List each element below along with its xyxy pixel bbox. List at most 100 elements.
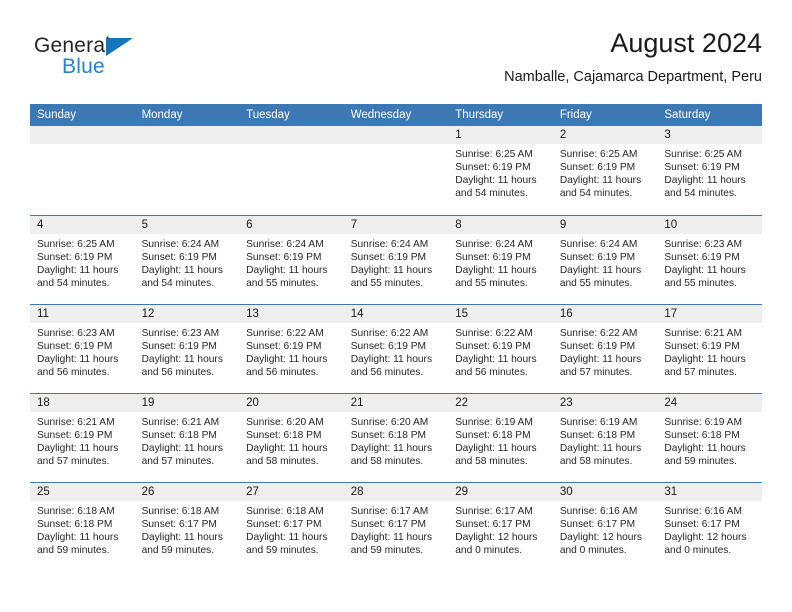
- calendar-day-cell[interactable]: 20 Sunrise: 6:20 AM Sunset: 6:18 PM Dayligh…: [239, 392, 344, 482]
- sunset-text: Sunset: 6:19 PM: [37, 251, 113, 263]
- calendar-day-cell[interactable]: 15 Sunrise: 6:22 AM Sunset: 6:19 PM Dayligh…: [448, 303, 553, 393]
- sunrise-text: Sunrise: 6:25 AM: [37, 238, 115, 250]
- calendar-day-cell[interactable]: 1 Sunrise: 6:25 AM Sunset: 6:19 PM Daylight…: [448, 126, 553, 215]
- day-number: 8: [448, 215, 553, 234]
- daylight-text-line1: Daylight: 11 hours: [455, 175, 537, 187]
- sunrise-text: Sunrise: 6:21 AM: [664, 327, 742, 339]
- calendar-day-cell[interactable]: 16 Sunrise: 6:22 AM Sunset: 6:19 PM Dayligh…: [552, 303, 658, 393]
- sunset-text: Sunset: 6:19 PM: [141, 340, 217, 352]
- calendar-day-cell[interactable]: 4 Sunrise: 6:25 AM Sunset: 6:19 PM Daylight…: [30, 214, 135, 304]
- day-number: 31: [657, 482, 762, 501]
- calendar-day-cell[interactable]: 7 Sunrise: 6:24 AM Sunset: 6:19 PM Daylight…: [343, 214, 449, 304]
- calendar-day-cell[interactable]: 23 Sunrise: 6:19 AM Sunset: 6:18 PM Dayligh…: [552, 392, 658, 482]
- day-details: Sunrise: 6:19 AM Sunset: 6:18 PM Daylight:…: [448, 412, 553, 468]
- sunrise-text: Sunrise: 6:17 AM: [455, 505, 533, 517]
- daylight-text-line1: Daylight: 11 hours: [350, 442, 433, 454]
- calendar-week-row: 11 Sunrise: 6:23 AM Sunset: 6:19 PM Dayligh…: [30, 303, 762, 393]
- calendar-day-cell[interactable]: 11 Sunrise: 6:23 AM Sunset: 6:19 PM Dayligh…: [30, 303, 135, 393]
- calendar-day-cell[interactable]: 10 Sunrise: 6:23 AM Sunset: 6:19 PM Dayligh…: [657, 214, 762, 304]
- daylight-text-line2: and 54 minutes.: [455, 188, 528, 200]
- calendar-day-cell[interactable]: 8 Sunrise: 6:24 AM Sunset: 6:19 PM Daylight…: [448, 214, 553, 304]
- calendar-day-cell[interactable]: 30 Sunrise: 6:16 AM Sunset: 6:17 PM Dayligh…: [552, 481, 658, 571]
- day-details: Sunrise: 6:19 AM Sunset: 6:18 PM Daylight:…: [657, 412, 762, 468]
- calendar-day-cell[interactable]: 25 Sunrise: 6:18 AM Sunset: 6:18 PM Dayligh…: [30, 481, 135, 571]
- day-number: 11: [30, 304, 135, 323]
- sunrise-text: Sunrise: 6:21 AM: [37, 416, 115, 428]
- daylight-text-line1: Daylight: 11 hours: [141, 442, 223, 454]
- daylight-text-line2: and 58 minutes.: [455, 455, 528, 467]
- day-number: 12: [134, 304, 240, 323]
- day-details: Sunrise: 6:19 AM Sunset: 6:18 PM Daylight:…: [553, 412, 658, 468]
- sunrise-text: Sunrise: 6:25 AM: [559, 149, 638, 160]
- sunset-text: Sunset: 6:19 PM: [664, 340, 740, 352]
- daylight-text-line1: Daylight: 11 hours: [141, 264, 223, 276]
- sunrise-text: Sunrise: 6:25 AM: [664, 149, 742, 160]
- sunset-text: Sunset: 6:19 PM: [455, 251, 531, 263]
- day-number: 27: [239, 482, 344, 501]
- daylight-text-line2: and 58 minutes.: [559, 455, 633, 467]
- daylight-text-line1: Daylight: 11 hours: [455, 264, 537, 276]
- daylight-text-line1: Daylight: 11 hours: [664, 175, 746, 187]
- calendar-day-cell[interactable]: 12 Sunrise: 6:23 AM Sunset: 6:19 PM Dayligh…: [134, 303, 240, 393]
- day-number: 1: [448, 126, 553, 144]
- daylight-text-line1: Daylight: 11 hours: [37, 442, 119, 454]
- calendar-day-cell[interactable]: 5 Sunrise: 6:24 AM Sunset: 6:19 PM Daylight…: [134, 214, 240, 304]
- daylight-text-line1: Daylight: 11 hours: [246, 264, 328, 276]
- daylight-text-line2: and 56 minutes.: [350, 366, 424, 378]
- day-number: 22: [448, 393, 553, 412]
- day-details: Sunrise: 6:25 AM Sunset: 6:19 PM Daylight:…: [553, 144, 658, 200]
- daylight-text-line2: and 57 minutes.: [37, 455, 110, 467]
- calendar-day-cell[interactable]: 17 Sunrise: 6:21 AM Sunset: 6:19 PM Dayligh…: [657, 303, 762, 393]
- sunset-text: Sunset: 6:17 PM: [350, 518, 427, 530]
- sunrise-text: Sunrise: 6:24 AM: [455, 238, 533, 250]
- calendar-day-cell[interactable]: 29 Sunrise: 6:17 AM Sunset: 6:17 PM Dayligh…: [448, 481, 553, 571]
- sunset-text: Sunset: 6:19 PM: [37, 340, 113, 352]
- day-details: Sunrise: 6:24 AM Sunset: 6:19 PM Daylight:…: [553, 234, 658, 290]
- calendar-day-cell[interactable]: 24 Sunrise: 6:19 AM Sunset: 6:18 PM Dayligh…: [657, 392, 762, 482]
- daylight-text-line1: Daylight: 12 hours: [664, 531, 747, 543]
- day-details: Sunrise: 6:16 AM Sunset: 6:17 PM Daylight:…: [553, 501, 658, 557]
- day-details: Sunrise: 6:25 AM Sunset: 6:19 PM Daylight:…: [448, 144, 553, 200]
- calendar-day-cell[interactable]: 31 Sunrise: 6:16 AM Sunset: 6:17 PM Dayligh…: [657, 481, 762, 571]
- calendar-day-cell[interactable]: 27 Sunrise: 6:18 AM Sunset: 6:17 PM Dayligh…: [239, 481, 344, 571]
- sunset-text: Sunset: 6:18 PM: [455, 429, 531, 441]
- daylight-text-line1: Daylight: 11 hours: [664, 442, 746, 454]
- calendar-day-cell[interactable]: 2 Sunrise: 6:25 AM Sunset: 6:19 PM Daylight…: [552, 126, 658, 215]
- calendar-day-cell[interactable]: 13 Sunrise: 6:22 AM Sunset: 6:19 PM Dayligh…: [239, 303, 344, 393]
- calendar-day-cell[interactable]: 18 Sunrise: 6:21 AM Sunset: 6:19 PM Dayligh…: [30, 392, 135, 482]
- day-number: 16: [552, 304, 658, 323]
- daylight-text-line2: and 59 minutes.: [37, 544, 110, 556]
- page-title: August 2024: [610, 28, 762, 58]
- day-number: 20: [239, 393, 344, 412]
- daylight-text-line1: Daylight: 11 hours: [37, 264, 119, 276]
- day-number: 15: [448, 304, 553, 323]
- calendar-day-cell[interactable]: 14 Sunrise: 6:22 AM Sunset: 6:19 PM Dayligh…: [343, 303, 449, 393]
- day-details: Sunrise: 6:25 AM Sunset: 6:19 PM Daylight:…: [657, 144, 762, 200]
- calendar-day-cell[interactable]: 6 Sunrise: 6:24 AM Sunset: 6:19 PM Daylight…: [239, 214, 344, 304]
- day-details: Sunrise: 6:21 AM Sunset: 6:18 PM Daylight:…: [135, 412, 240, 468]
- day-details: Sunrise: 6:20 AM Sunset: 6:18 PM Daylight:…: [239, 412, 344, 468]
- calendar-day-cell[interactable]: 9 Sunrise: 6:24 AM Sunset: 6:19 PM Daylight…: [552, 214, 658, 304]
- day-number: 14: [343, 304, 449, 323]
- daylight-text-line2: and 54 minutes.: [37, 277, 110, 289]
- calendar-grid: Sunday Monday Tuesday Wednesday Thursday…: [30, 104, 762, 571]
- sunset-text: Sunset: 6:17 PM: [455, 518, 531, 530]
- calendar-day-cell[interactable]: 22 Sunrise: 6:19 AM Sunset: 6:18 PM Dayligh…: [448, 392, 553, 482]
- sunset-text: Sunset: 6:18 PM: [37, 518, 113, 530]
- day-number: 4: [30, 215, 135, 234]
- calendar-day-cell[interactable]: 26 Sunrise: 6:18 AM Sunset: 6:17 PM Dayligh…: [134, 481, 240, 571]
- day-number: 19: [134, 393, 240, 412]
- daylight-text-line2: and 54 minutes.: [141, 277, 215, 289]
- day-number: 6: [239, 215, 344, 234]
- day-details: Sunrise: 6:21 AM Sunset: 6:19 PM Daylight:…: [30, 412, 135, 468]
- daylight-text-line1: Daylight: 11 hours: [37, 531, 119, 543]
- calendar-day-cell[interactable]: 28 Sunrise: 6:17 AM Sunset: 6:17 PM Dayligh…: [343, 481, 449, 571]
- day-details: Sunrise: 6:24 AM Sunset: 6:19 PM Daylight:…: [135, 234, 240, 290]
- daylight-text-line1: Daylight: 11 hours: [455, 442, 537, 454]
- calendar-day-cell[interactable]: 21 Sunrise: 6:20 AM Sunset: 6:18 PM Dayligh…: [343, 392, 449, 482]
- daylight-text-line1: Daylight: 11 hours: [37, 353, 119, 365]
- daylight-text-line2: and 55 minutes.: [664, 277, 737, 289]
- calendar-day-cell[interactable]: 3 Sunrise: 6:25 AM Sunset: 6:19 PM Daylight…: [657, 126, 762, 215]
- calendar-day-cell[interactable]: 19 Sunrise: 6:21 AM Sunset: 6:18 PM Dayligh…: [134, 392, 240, 482]
- day-number: 5: [134, 215, 240, 234]
